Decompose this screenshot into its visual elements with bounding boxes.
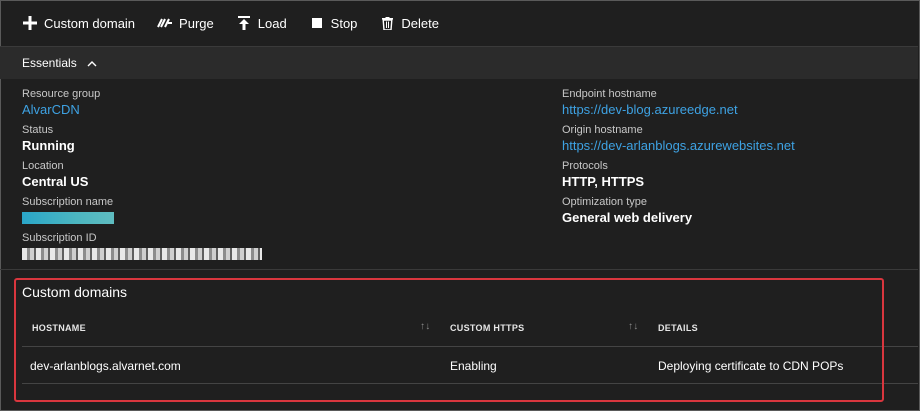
location-key: Location: [22, 160, 64, 172]
origin-hostname-key: Origin hostname: [562, 124, 643, 136]
delete-button[interactable]: Delete: [379, 15, 439, 31]
custom-domain-button[interactable]: Custom domain: [22, 15, 135, 31]
load-button[interactable]: Load: [236, 15, 287, 31]
sort-hostname-icon[interactable]: ↑↓: [420, 321, 431, 332]
optimization-type-key: Optimization type: [562, 196, 647, 208]
column-header-hostname[interactable]: HOSTNAME: [32, 323, 86, 333]
endpoint-hostname-key: Endpoint hostname: [562, 88, 657, 100]
stop-icon: [309, 15, 325, 31]
stop-label: Stop: [330, 15, 358, 31]
delete-label: Delete: [401, 15, 439, 31]
plus-icon: [22, 15, 38, 31]
column-header-details[interactable]: DETAILS: [658, 323, 698, 333]
subscription-id-redacted: [22, 248, 262, 260]
stop-button[interactable]: Stop: [309, 15, 358, 31]
command-bar: Custom domain Purge Load Stop Delete: [0, 0, 918, 46]
trash-icon: [379, 15, 395, 31]
chevron-up-icon: [87, 60, 97, 67]
location-property: Location Central US: [22, 159, 88, 191]
optimization-type-property: Optimization type General web delivery: [562, 195, 692, 227]
subscription-id-key: Subscription ID: [22, 232, 97, 244]
location-value: Central US: [22, 174, 89, 189]
origin-hostname-property: Origin hostname https://dev-arlanblogs.a…: [562, 123, 795, 155]
section-divider: [0, 269, 918, 270]
hostname-cell: dev-arlanblogs.alvarnet.com: [30, 359, 181, 373]
subscription-name-redacted: [22, 212, 114, 224]
load-icon: [236, 15, 252, 31]
resource-group-property: Resource group AlvarCDN: [22, 87, 100, 119]
column-header-custom-https[interactable]: CUSTOM HTTPS: [450, 323, 524, 333]
custom-domains-grid-header: HOSTNAME ↑↓ CUSTOM HTTPS ↑↓ DETAILS: [22, 312, 918, 347]
load-label: Load: [257, 15, 287, 31]
purge-icon: [157, 15, 173, 31]
custom-domains-title: Custom domains: [22, 284, 128, 300]
endpoint-hostname-property: Endpoint hostname https://dev-blog.azure…: [562, 87, 738, 119]
origin-hostname-link[interactable]: https://dev-arlanblogs.azurewebsites.net: [562, 137, 795, 155]
custom-domain-label: Custom domain: [44, 15, 136, 31]
status-key: Status: [22, 124, 54, 136]
purge-label: Purge: [179, 15, 214, 31]
details-cell: Deploying certificate to CDN POPs: [658, 359, 844, 373]
purge-button[interactable]: Purge: [157, 15, 214, 31]
essentials-label: Essentials: [22, 56, 77, 70]
status-value: Running: [22, 138, 75, 153]
custom-https-cell: Enabling: [450, 359, 497, 373]
protocols-value: HTTP, HTTPS: [562, 174, 645, 189]
endpoint-hostname-link[interactable]: https://dev-blog.azureedge.net: [562, 101, 738, 119]
table-row[interactable]: dev-arlanblogs.alvarnet.com Enabling Dep…: [22, 347, 918, 384]
subscription-id-property: Subscription ID: [22, 231, 262, 265]
protocols-key: Protocols: [562, 160, 608, 172]
protocols-property: Protocols HTTP, HTTPS: [562, 159, 644, 191]
sort-custom-https-icon[interactable]: ↑↓: [628, 321, 639, 332]
optimization-type-value: General web delivery: [562, 210, 693, 225]
resource-group-key: Resource group: [22, 88, 101, 100]
essentials-toggle[interactable]: Essentials: [0, 47, 918, 79]
status-property: Status Running: [22, 123, 75, 155]
subscription-name-property: Subscription name: [22, 195, 114, 229]
subscription-name-key: Subscription name: [22, 196, 114, 208]
resource-group-link[interactable]: AlvarCDN: [22, 101, 100, 119]
